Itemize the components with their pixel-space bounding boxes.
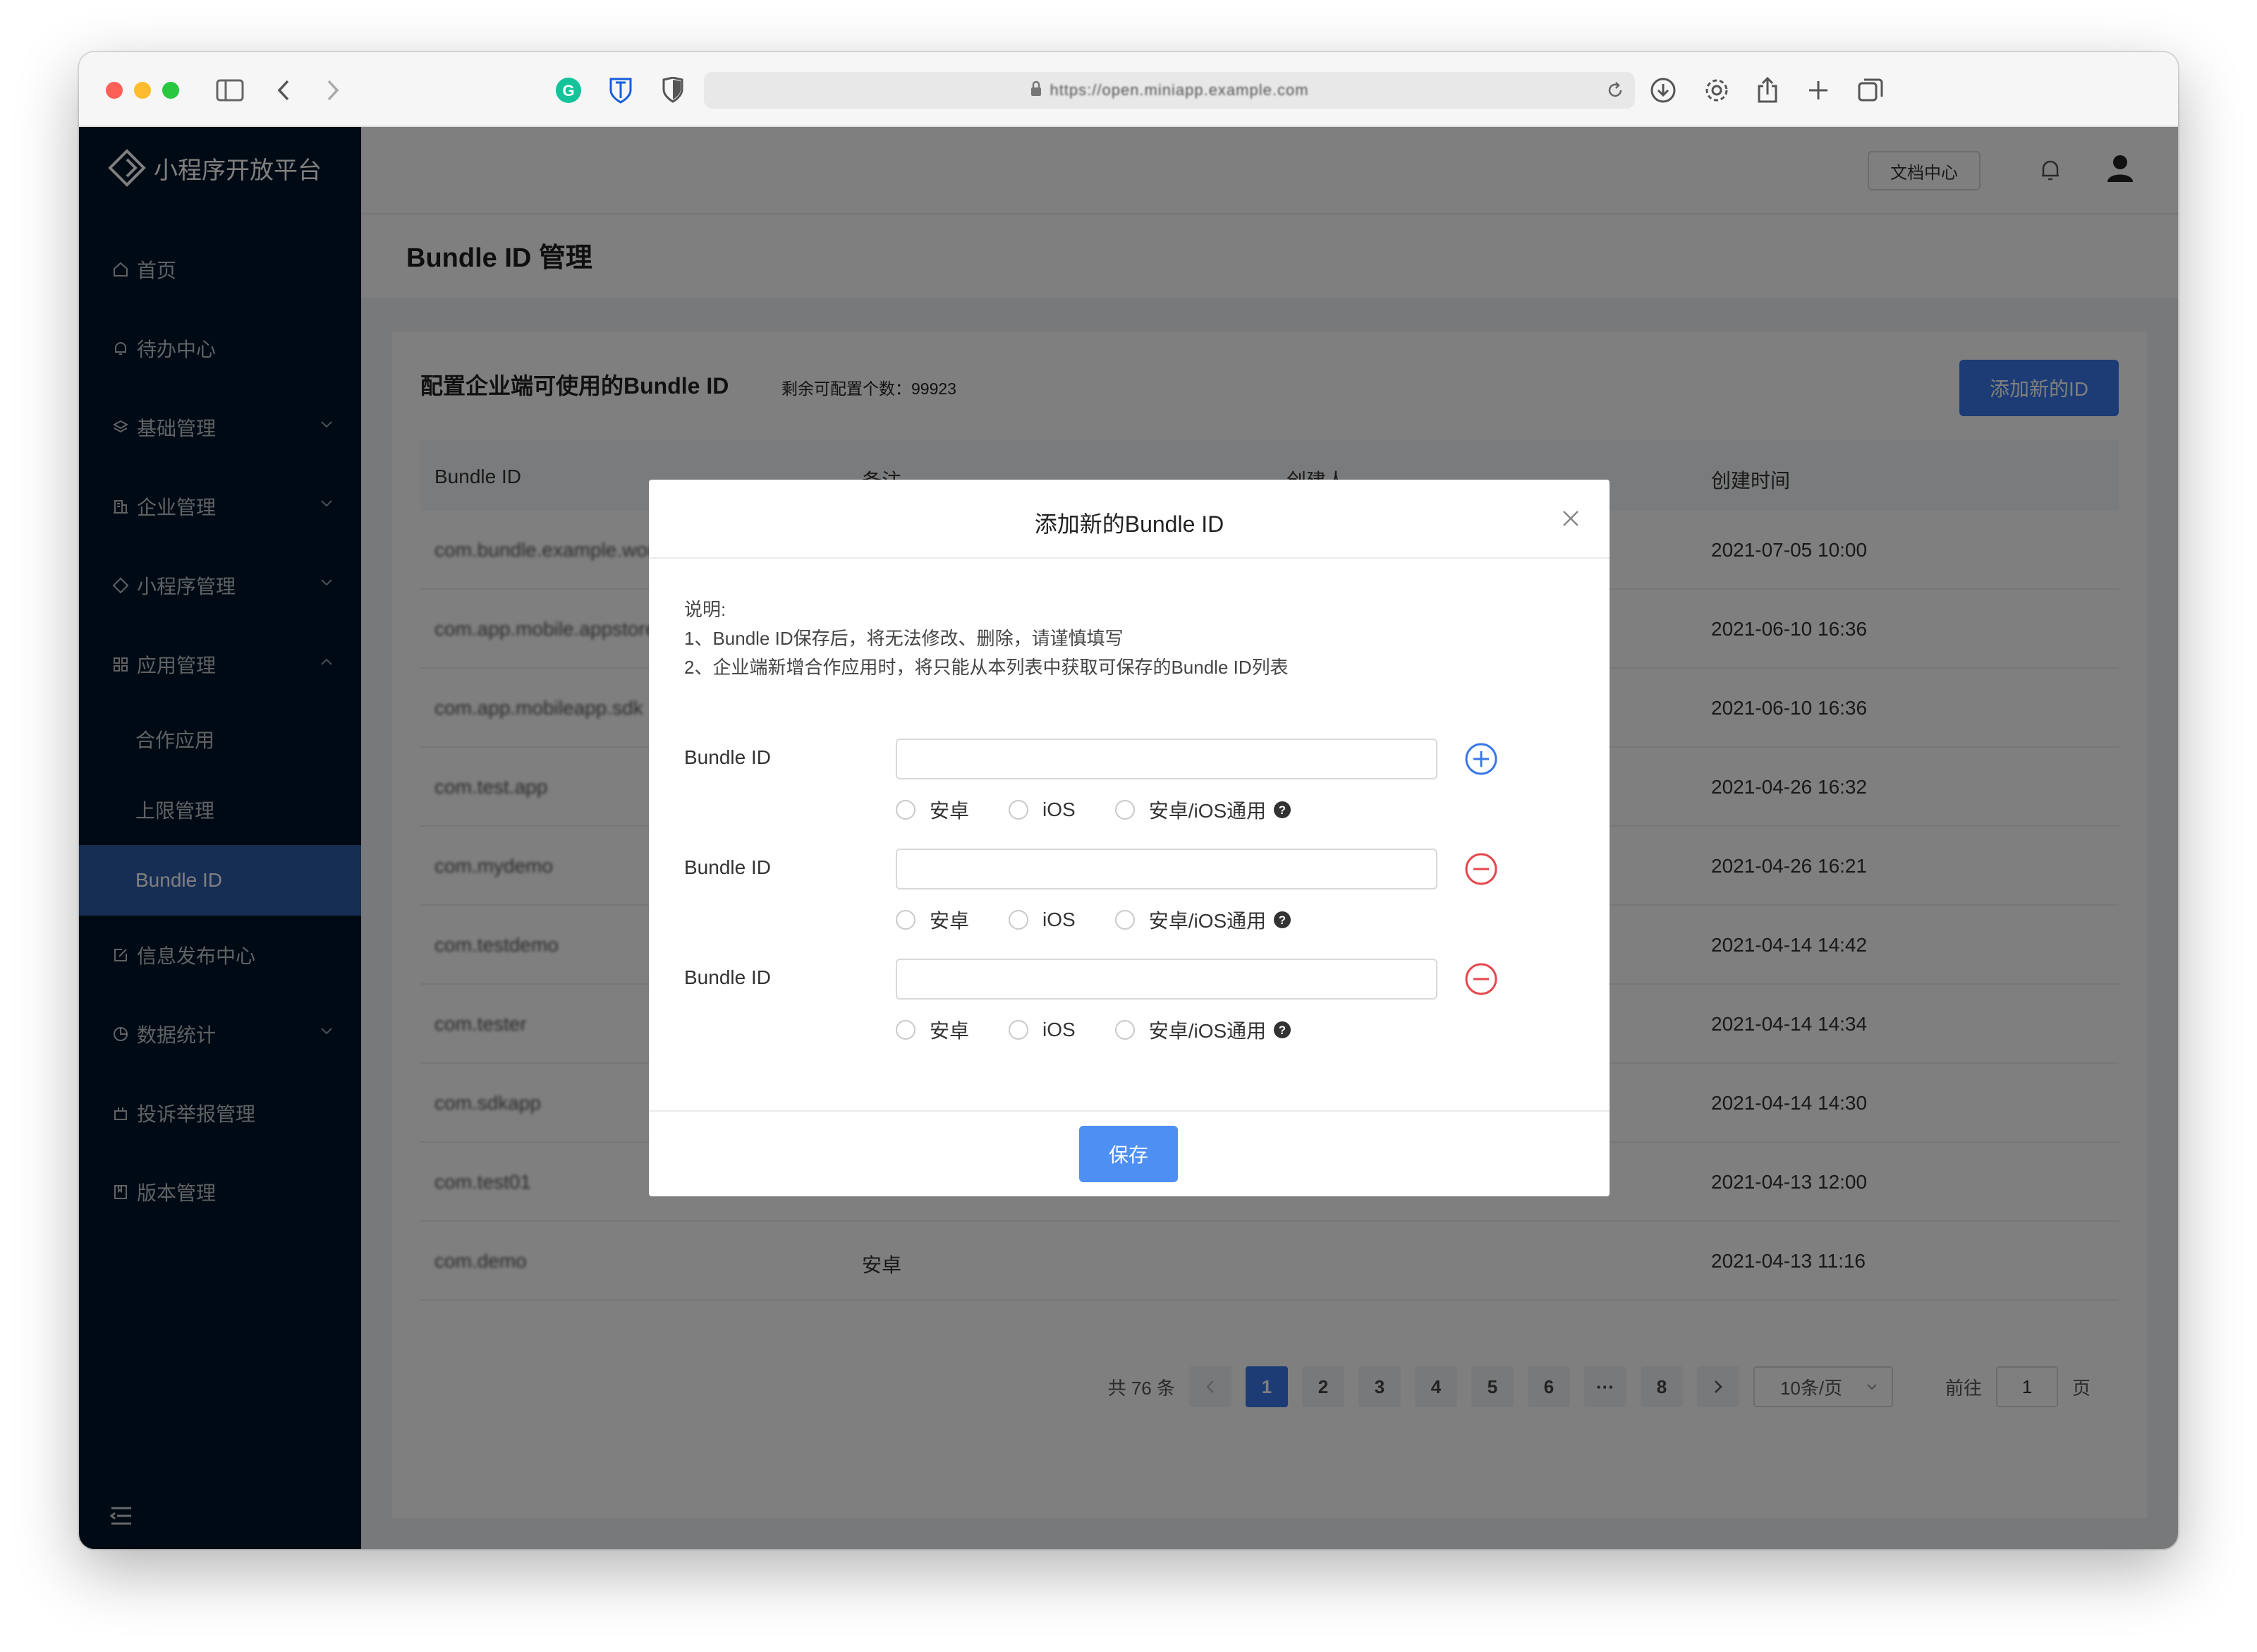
sidebar-toggle-icon[interactable]	[213, 73, 247, 107]
radio-ios[interactable]	[1009, 800, 1029, 820]
modal-footer: 保存	[649, 1110, 1610, 1196]
bitwarden-icon[interactable]	[604, 73, 638, 107]
close-window-button[interactable]	[106, 82, 123, 99]
radio-label-universal: 安卓/iOS通用	[1148, 1020, 1267, 1042]
url-text: https://open.miniapp.example.com	[1050, 81, 1309, 99]
help-icon[interactable]: ?	[1273, 911, 1291, 929]
add-field-icon[interactable]	[1464, 742, 1498, 776]
forward-icon[interactable]	[316, 73, 350, 107]
modal-title: 添加新的Bundle ID	[1034, 511, 1224, 537]
radio-universal[interactable]	[1114, 910, 1135, 930]
description-line-1: 1、Bundle ID保存后，将无法修改、删除，请谨慎填写	[684, 628, 1124, 649]
browser-window: G https://open.miniapp.example.com 添加新的B…	[79, 52, 2178, 1549]
back-icon[interactable]	[267, 73, 300, 107]
svg-text:?: ?	[1279, 913, 1286, 927]
radio-android[interactable]	[896, 800, 915, 820]
settings-icon[interactable]	[1700, 73, 1734, 107]
modal-header: 添加新的Bundle ID	[649, 480, 1610, 559]
tab-overview-icon[interactable]	[1854, 73, 1887, 107]
lock-icon	[1030, 80, 1042, 101]
bundle-id-label: Bundle ID	[684, 966, 771, 988]
zoom-window-button[interactable]	[162, 82, 179, 99]
platform-radio-group: 安卓 iOS 安卓/iOS通用 ?	[896, 1016, 1291, 1044]
remove-field-icon[interactable]	[1464, 962, 1498, 996]
radio-label-android: 安卓	[930, 800, 970, 822]
description-line-2: 2、企业端新增合作应用时，将只能从本列表中获取可保存的Bundle ID列表	[684, 657, 1289, 678]
svg-text:G: G	[562, 82, 574, 99]
radio-label-universal: 安卓/iOS通用	[1148, 910, 1267, 932]
help-icon[interactable]: ?	[1273, 1021, 1291, 1039]
bundle-id-input[interactable]	[896, 739, 1437, 779]
radio-label-android: 安卓	[930, 1020, 970, 1042]
platform-radio-group: 安卓 iOS 安卓/iOS通用 ?	[896, 906, 1291, 934]
svg-text:?: ?	[1279, 803, 1286, 817]
platform-radio-group: 安卓 iOS 安卓/iOS通用 ?	[896, 796, 1291, 824]
bundle-id-label: Bundle ID	[684, 746, 771, 768]
new-tab-icon[interactable]	[1801, 73, 1835, 107]
bundle-id-label: Bundle ID	[684, 856, 771, 878]
svg-text:?: ?	[1279, 1024, 1286, 1037]
share-icon[interactable]	[1751, 73, 1784, 107]
radio-ios[interactable]	[1009, 1020, 1029, 1040]
address-bar[interactable]: https://open.miniapp.example.com	[704, 72, 1635, 109]
radio-android[interactable]	[896, 1020, 915, 1040]
radio-label-ios: iOS	[1042, 1019, 1076, 1040]
close-icon[interactable]	[1560, 508, 1581, 529]
grammarly-icon[interactable]: G	[552, 73, 585, 107]
privacy-shield-icon[interactable]	[656, 73, 690, 107]
radio-ios[interactable]	[1009, 910, 1029, 930]
add-bundle-id-modal: 添加新的Bundle ID 说明: 1、Bundle ID保存后，将无法修改、删…	[649, 480, 1610, 1196]
radio-label-universal: 安卓/iOS通用	[1148, 800, 1267, 822]
radio-label-android: 安卓	[930, 910, 970, 932]
radio-universal[interactable]	[1114, 1020, 1135, 1040]
radio-label-ios: iOS	[1042, 798, 1076, 820]
bundle-id-input[interactable]	[896, 849, 1437, 889]
browser-toolbar: G https://open.miniapp.example.com	[79, 52, 2178, 127]
reload-icon[interactable]	[1605, 80, 1625, 104]
bundle-id-input[interactable]	[896, 959, 1437, 1000]
description-heading: 说明:	[684, 599, 726, 620]
save-button[interactable]: 保存	[1079, 1126, 1178, 1182]
download-icon[interactable]	[1646, 73, 1680, 107]
radio-universal[interactable]	[1114, 800, 1135, 820]
remove-field-icon[interactable]	[1464, 852, 1498, 886]
modal-description: 说明: 1、Bundle ID保存后，将无法修改、删除，请谨慎填写 2、企业端新…	[684, 595, 1289, 682]
radio-label-ios: iOS	[1042, 909, 1076, 930]
help-icon[interactable]: ?	[1273, 801, 1291, 819]
radio-android[interactable]	[896, 910, 915, 930]
minimize-window-button[interactable]	[134, 82, 151, 99]
